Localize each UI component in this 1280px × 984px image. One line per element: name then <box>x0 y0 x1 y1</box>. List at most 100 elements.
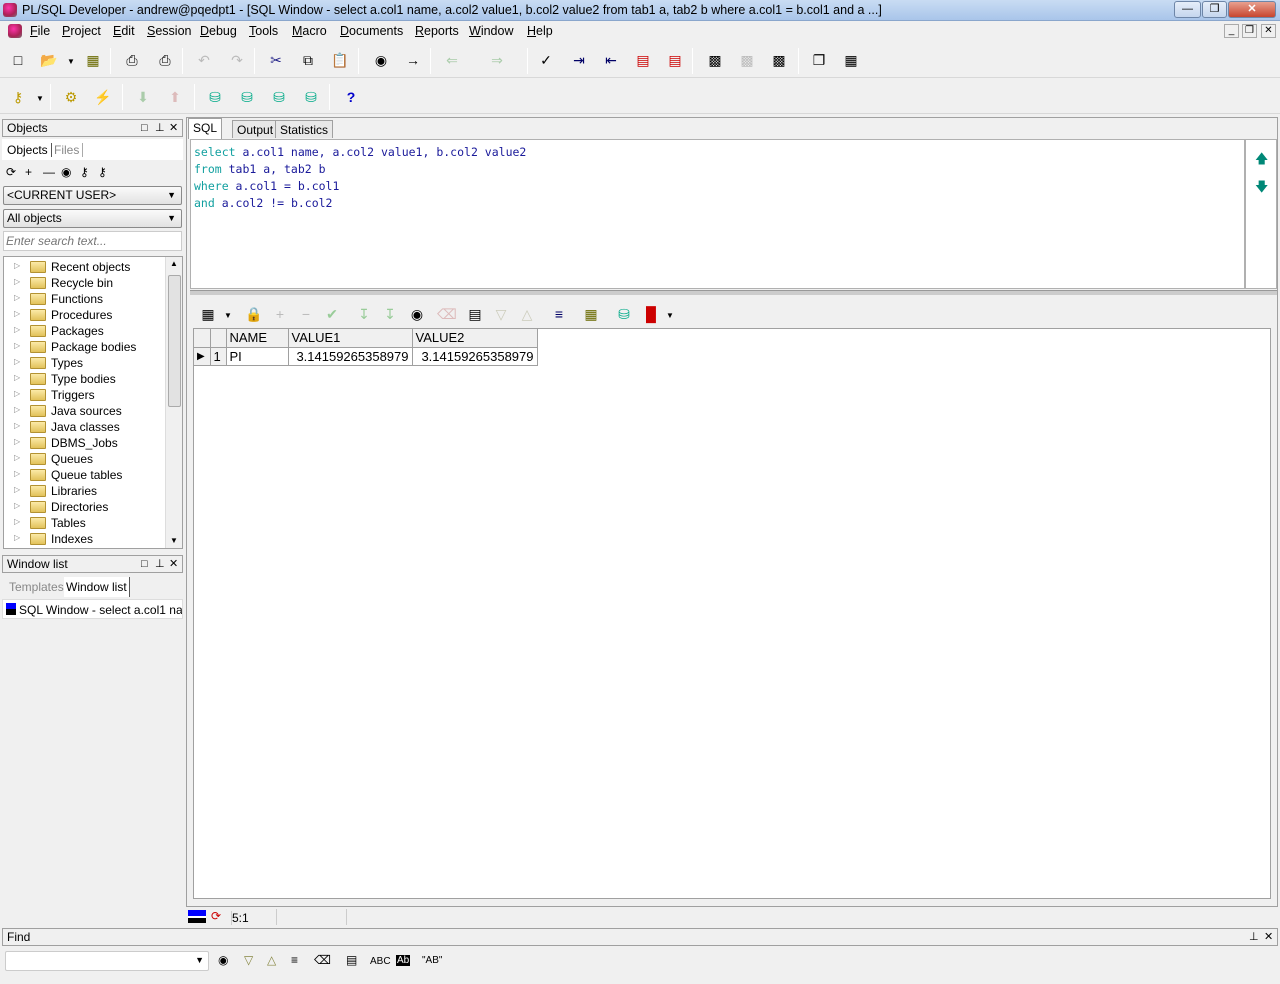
object-search-input[interactable] <box>3 231 182 251</box>
expand-icon[interactable]: ▷ <box>14 357 20 366</box>
close-button[interactable]: ✕ <box>1228 1 1276 18</box>
expand-icon[interactable]: ▷ <box>14 325 20 334</box>
float-icon[interactable]: □ <box>141 120 148 136</box>
column-header-name[interactable]: NAME <box>226 329 289 348</box>
insert-record-icon[interactable]: + <box>271 305 289 323</box>
tab-output[interactable]: Output <box>232 120 279 138</box>
execute-icon[interactable]: ⚙ <box>62 88 80 106</box>
copy-icon[interactable]: ⧉ <box>299 51 317 69</box>
object-type-select[interactable]: All objects ▼ <box>3 209 182 228</box>
close-panel-icon[interactable]: ✕ <box>169 556 178 572</box>
expand-icon[interactable]: ▷ <box>14 469 20 478</box>
menu-tools[interactable]: Tools <box>249 24 278 38</box>
find-next-icon[interactable]: → <box>404 51 422 69</box>
print-preview-icon[interactable]: ⎙ <box>156 51 174 69</box>
menu-debug[interactable]: Debug <box>200 24 237 38</box>
previous-page-icon[interactable]: △ <box>518 305 536 323</box>
tile-icon[interactable]: ▦ <box>842 51 860 69</box>
scrollbar-thumb[interactable] <box>168 275 181 407</box>
user-select[interactable]: <CURRENT USER> ▼ <box>3 186 182 205</box>
comment-icon[interactable]: ▤ <box>634 51 652 69</box>
query-by-example-icon[interactable]: ◉ <box>408 305 426 323</box>
scroll-down-icon[interactable]: ▼ <box>170 536 178 545</box>
command-window-icon[interactable]: ▩ <box>738 51 756 69</box>
sql-window-icon[interactable]: ▩ <box>706 51 724 69</box>
mdi-restore-button[interactable]: ❐ <box>1242 24 1257 38</box>
menu-file[interactable]: File <box>30 24 50 38</box>
unindent-icon[interactable]: ⇤ <box>602 51 620 69</box>
menu-help[interactable]: Help <box>527 24 553 38</box>
grid-layout-icon[interactable]: ▦ <box>199 305 217 323</box>
close-panel-icon[interactable]: ✕ <box>169 120 178 136</box>
db-sql-icon[interactable]: ⛁ <box>238 88 256 106</box>
expand-icon[interactable]: ▷ <box>14 405 20 414</box>
expand-icon[interactable]: ▷ <box>14 309 20 318</box>
rollback-icon[interactable]: ⬆ <box>166 88 184 106</box>
find-object-icon[interactable]: ◉ <box>61 165 71 179</box>
arrow-up-icon[interactable]: 🡅 <box>1255 150 1268 172</box>
maximize-button[interactable]: ❐ <box>1202 1 1227 18</box>
tab-statistics[interactable]: Statistics <box>275 120 334 138</box>
grid-dropdown-icon[interactable]: ▼ <box>224 311 232 320</box>
close-panel-icon[interactable]: ✕ <box>1264 929 1273 945</box>
uncomment-icon[interactable]: ▤ <box>666 51 684 69</box>
regex-button[interactable]: "AB" <box>422 955 442 966</box>
print-results-icon[interactable]: ⛁ <box>615 305 633 323</box>
tab-objects[interactable]: Objects <box>7 143 52 157</box>
delete-record-icon[interactable]: − <box>297 305 315 323</box>
find-icon[interactable]: ◉ <box>372 51 390 69</box>
highlight-all-icon[interactable]: ≡ <box>291 953 298 967</box>
scroll-up-icon[interactable]: ▲ <box>170 259 178 268</box>
compile-icon[interactable]: ✓ <box>537 51 555 69</box>
fetch-next-icon[interactable]: ↧ <box>355 305 373 323</box>
expand-icon[interactable]: ▷ <box>14 453 20 462</box>
menu-macro[interactable]: Macro <box>292 24 327 38</box>
find-input[interactable]: ▼ <box>5 951 209 971</box>
export-icon[interactable]: ≡ <box>550 305 568 323</box>
cell-value1[interactable]: 3.14159265358979 <box>288 347 413 366</box>
post-changes-icon[interactable]: ✔ <box>323 305 341 323</box>
menu-project[interactable]: Project <box>62 24 101 38</box>
fetch-last-icon[interactable]: ↧ <box>381 305 399 323</box>
arrow-down-icon[interactable]: 🡇 <box>1255 178 1268 200</box>
column-header-value1[interactable]: VALUE1 <box>288 329 413 348</box>
chart-dropdown-icon[interactable]: ▼ <box>666 311 674 320</box>
key-icon[interactable]: ⚷ <box>9 88 27 106</box>
expand-icon[interactable]: ▷ <box>14 517 20 526</box>
new-icon[interactable]: □ <box>9 51 27 69</box>
cell-value2[interactable]: 3.14159265358979 <box>412 347 538 366</box>
commit-icon[interactable]: ⬇ <box>134 88 152 106</box>
whole-word-button-icon[interactable]: Ab <box>396 955 411 966</box>
tab-sql[interactable]: SQL <box>188 118 223 139</box>
find-next-icon[interactable]: ▽ <box>244 953 253 967</box>
indent-icon[interactable]: ⇥ <box>570 51 588 69</box>
save-results-icon[interactable]: ▦ <box>582 305 600 323</box>
cascade-icon[interactable]: ❐ <box>810 51 828 69</box>
expand-icon[interactable]: ▷ <box>14 485 20 494</box>
chart-icon[interactable]: █ <box>642 305 660 323</box>
lock-icon[interactable]: 🔒 <box>245 305 263 323</box>
mdi-minimize-button[interactable]: _ <box>1224 24 1239 38</box>
cut-icon[interactable]: ✂ <box>267 51 285 69</box>
pin-icon[interactable]: ⊥ <box>155 120 165 136</box>
tab-files[interactable]: Files <box>54 143 84 157</box>
print-icon[interactable]: ⎙ <box>123 51 141 69</box>
editor-splitter[interactable] <box>190 290 1277 295</box>
open-icon[interactable]: 📂 <box>40 51 58 69</box>
forward-icon[interactable]: ⇒ <box>488 51 506 69</box>
back-icon[interactable]: ⇐ <box>443 51 461 69</box>
db-connect-icon[interactable]: ⛁ <box>206 88 224 106</box>
add-icon[interactable]: + <box>25 165 32 179</box>
cell-name[interactable]: PI <box>226 347 289 366</box>
open-dropdown-icon[interactable]: ▼ <box>67 57 75 66</box>
menu-documents[interactable]: Documents <box>340 24 403 38</box>
sql-editor[interactable]: select a.col1 name, a.col2 value1, b.col… <box>190 139 1245 289</box>
db-disconnect-icon[interactable]: ⛁ <box>302 88 320 106</box>
pin-icon[interactable]: ⊥ <box>155 556 165 572</box>
break-icon[interactable]: ⚡ <box>94 88 112 106</box>
refresh-icon[interactable]: ⟳ <box>6 165 16 179</box>
filter-icon[interactable]: ⚷ <box>80 165 89 179</box>
expand-icon[interactable]: ▷ <box>14 437 20 446</box>
table-row[interactable]: ▶ 1 PI 3.14159265358979 3.14159265358979 <box>194 347 538 366</box>
tab-window-list[interactable]: Window list <box>64 577 130 597</box>
